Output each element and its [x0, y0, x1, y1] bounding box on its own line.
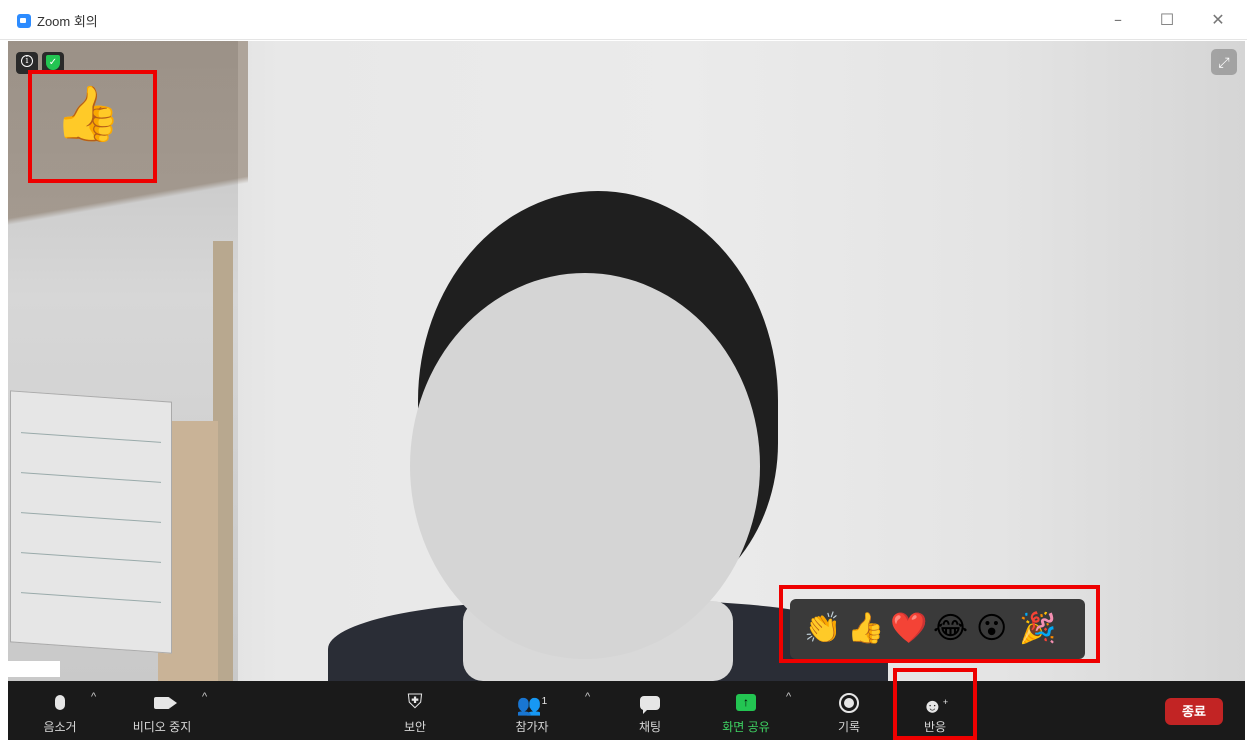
participant-name-tag	[8, 661, 60, 677]
meeting-toolbar: 음소거 ^ 비디오 중지 ^ ⛨ 보안 👥1 참가자 ^ 채팅 ↑ 화면 공유 …	[8, 681, 1245, 740]
chat-button[interactable]: 채팅	[625, 681, 675, 740]
maximize-button[interactable]: ☐	[1152, 10, 1182, 29]
mute-button[interactable]: 음소거	[30, 681, 90, 740]
end-meeting-button[interactable]: 종료	[1165, 698, 1223, 725]
window-titlebar: Zoom 회의 – ☐ ✕	[0, 0, 1247, 40]
record-button[interactable]: 기록	[824, 681, 874, 740]
shield-icon: ⛨	[407, 691, 423, 713]
minimize-button[interactable]: –	[1103, 10, 1133, 29]
highlight-box-reaction-picker	[779, 585, 1100, 663]
face-blur-oval	[410, 273, 760, 659]
zoom-app-icon	[17, 14, 31, 28]
chat-icon	[625, 687, 675, 717]
video-options-caret[interactable]: ^	[202, 691, 207, 703]
stop-video-button[interactable]: 비디오 중지	[122, 681, 202, 740]
security-button[interactable]: ⛨ 보안	[390, 681, 440, 740]
window-title: Zoom 회의	[37, 14, 98, 29]
audio-options-caret[interactable]: ^	[91, 691, 96, 703]
fullscreen-icon[interactable]: ⤢	[1211, 49, 1237, 75]
share-screen-button[interactable]: ↑ 화면 공유	[711, 681, 781, 740]
participants-icon: 👥1	[516, 694, 548, 717]
participants-button[interactable]: 👥1 참가자	[502, 681, 562, 740]
participants-options-caret[interactable]: ^	[585, 691, 590, 703]
highlight-box-reaction-display	[28, 70, 157, 183]
camera-icon	[122, 687, 202, 717]
microphone-icon	[30, 687, 90, 717]
share-options-caret[interactable]: ^	[786, 691, 791, 703]
record-icon	[824, 687, 874, 717]
highlight-box-reactions-button	[893, 668, 977, 740]
share-screen-icon: ↑	[711, 687, 781, 717]
background-paper	[10, 390, 172, 654]
close-button[interactable]: ✕	[1203, 10, 1233, 29]
participants-count: 1	[541, 696, 548, 707]
